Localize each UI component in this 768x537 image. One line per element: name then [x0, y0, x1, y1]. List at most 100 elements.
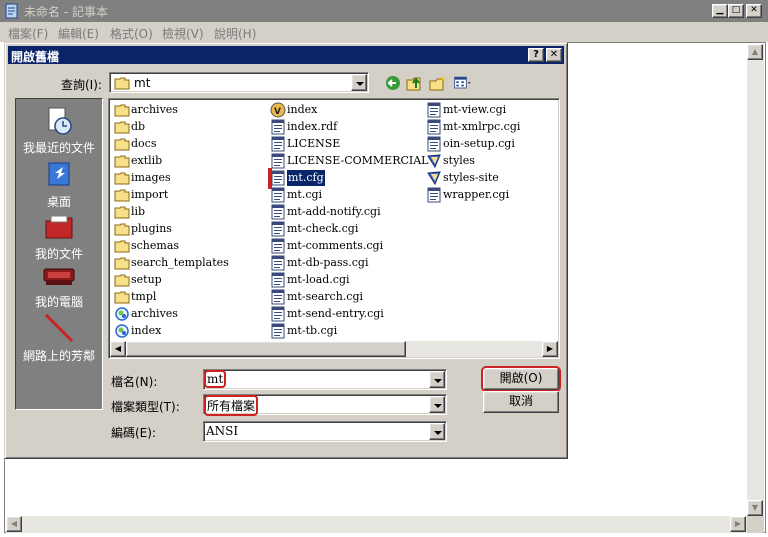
place-my-documents[interactable]: 我的文件: [16, 211, 102, 262]
window-title: 未命名 - 記事本: [24, 5, 108, 19]
scroll-thumb[interactable]: [126, 341, 406, 357]
close-button[interactable]: ✕: [746, 4, 762, 18]
script-file-icon: [271, 272, 285, 288]
scroll-right-icon[interactable]: ▶: [542, 341, 558, 357]
notepad-titlebar[interactable]: 未命名 - 記事本 ▁ □ ✕: [0, 0, 768, 22]
place-network-label: 網路上的芳鄰: [22, 349, 95, 363]
chevron-down-icon[interactable]: [429, 423, 445, 440]
place-network[interactable]: 網路上的芳鄰: [16, 311, 102, 364]
css-file-icon: [427, 171, 441, 186]
dialog-titlebar[interactable]: 開啟舊檔 ? ✕: [8, 46, 564, 64]
network-icon: [44, 313, 74, 343]
place-my-documents-label: 我的文件: [34, 247, 83, 261]
menu-edit[interactable]: 編輯(E): [58, 25, 99, 42]
file-name: mt.cfg: [287, 170, 325, 186]
help-button[interactable]: ?: [528, 48, 544, 62]
dialog-close-button[interactable]: ✕: [546, 48, 562, 62]
menubar: 檔案(F) 編輯(E) 格式(O) 檢視(V) 說明(H): [0, 22, 768, 42]
scroll-up-icon[interactable]: ▲: [747, 44, 763, 60]
lookin-label: 查詢(I):: [61, 78, 102, 92]
cancel-button[interactable]: 取消: [483, 391, 559, 413]
chevron-down-icon[interactable]: [351, 74, 367, 91]
script-file-icon: [271, 323, 285, 339]
script-file-icon: [271, 170, 285, 186]
new-folder-icon[interactable]: [428, 74, 448, 92]
script-file-icon: [271, 187, 285, 203]
css-file-icon: [427, 154, 441, 169]
chevron-down-icon[interactable]: [429, 396, 445, 413]
desktop-icon: [48, 162, 70, 186]
file-name: oin-setup.cgi: [443, 137, 515, 150]
scroll-left-icon[interactable]: ◀: [6, 516, 22, 532]
open-file-dialog: 開啟舊檔 ? ✕ 查詢(I): mt 我最近的文件 桌面 我的文件 我的電腦 網…: [4, 42, 568, 459]
file-name: mt-view.cgi: [443, 103, 507, 116]
file-name: mt-send-entry.cgi: [287, 307, 384, 320]
file-name: index: [287, 103, 318, 116]
places-bar: 我最近的文件 桌面 我的文件 我的電腦 網路上的芳鄰: [15, 98, 103, 410]
svg-text:V: V: [274, 107, 281, 117]
script-file-icon: [271, 289, 285, 305]
menu-view[interactable]: 檢視(V): [162, 25, 204, 42]
place-desktop[interactable]: 桌面: [16, 159, 102, 210]
file-name: images: [131, 171, 171, 184]
filetype-value: 所有檔案: [203, 395, 259, 416]
file-name: wrapper.cgi: [443, 188, 510, 201]
up-folder-icon[interactable]: [405, 74, 425, 92]
editor-horizontal-scrollbar[interactable]: ◀ ▶: [6, 516, 747, 533]
file-name: plugins: [131, 222, 172, 235]
script-file-icon: [271, 221, 285, 237]
folder-icon: [114, 274, 130, 287]
file-name: tmpl: [131, 290, 157, 303]
file-name: mt-search.cgi: [287, 290, 364, 303]
back-icon[interactable]: [383, 74, 403, 92]
script-file-icon: [427, 187, 441, 203]
menu-help[interactable]: 說明(H): [214, 25, 256, 42]
file-name: archives: [131, 307, 178, 320]
view-menu-icon[interactable]: [453, 74, 473, 92]
script-file-icon: [271, 153, 285, 169]
open-button[interactable]: 開啟(O): [481, 366, 561, 392]
encoding-label: 編碼(E):: [111, 426, 156, 440]
encoding-dropdown[interactable]: ANSI: [203, 421, 447, 442]
file-name: mt.cgi: [287, 188, 323, 201]
file-name: import: [131, 188, 169, 201]
size-grip[interactable]: [747, 516, 764, 533]
scroll-right-icon[interactable]: ▶: [730, 516, 746, 532]
place-desktop-label: 桌面: [46, 195, 71, 209]
file-name: mt-load.cgi: [287, 273, 350, 286]
menu-format[interactable]: 格式(O): [110, 25, 153, 42]
filename-field[interactable]: mt: [203, 369, 447, 390]
place-my-computer[interactable]: 我的電腦: [16, 263, 102, 310]
chevron-down-icon[interactable]: [429, 371, 445, 388]
file-list[interactable]: archives db docs extlib images import lib plugi…: [108, 98, 560, 359]
scroll-left-icon[interactable]: ◀: [110, 341, 126, 357]
editor-vertical-scrollbar[interactable]: ▲ ▼: [747, 44, 764, 517]
file-name: schemas: [131, 239, 180, 252]
maximize-button[interactable]: □: [728, 4, 744, 18]
script-file-icon: [271, 255, 285, 271]
my-computer-icon: [43, 268, 75, 285]
script-file-icon: [427, 136, 441, 152]
place-recent[interactable]: 我最近的文件: [16, 105, 102, 156]
internet-shortcut-icon: [115, 324, 129, 338]
place-recent-label: 我最近的文件: [22, 141, 95, 155]
file-name: mt-xmlrpc.cgi: [443, 120, 521, 133]
folder-icon: [114, 172, 130, 185]
filename-label: 檔名(N):: [111, 375, 158, 389]
lookin-dropdown[interactable]: mt: [109, 72, 369, 93]
my-documents-icon: [45, 215, 73, 239]
filetype-dropdown[interactable]: 所有檔案: [203, 394, 447, 416]
file-list-horizontal-scrollbar[interactable]: ◀ ▶: [110, 341, 558, 357]
file-name: search_templates: [131, 256, 229, 269]
file-name: archives: [131, 103, 178, 116]
filetype-label: 檔案類型(T):: [111, 400, 180, 414]
file-name: styles-site: [443, 171, 499, 184]
minimize-button[interactable]: ▁: [712, 4, 728, 18]
menu-file[interactable]: 檔案(F): [8, 25, 48, 42]
recent-documents-icon: [48, 107, 72, 135]
file-name: mt-comments.cgi: [287, 239, 384, 252]
scroll-down-icon[interactable]: ▼: [747, 500, 763, 516]
lookin-value: mt: [134, 76, 151, 90]
folder-icon: [114, 206, 130, 219]
folder-icon: [114, 257, 130, 270]
